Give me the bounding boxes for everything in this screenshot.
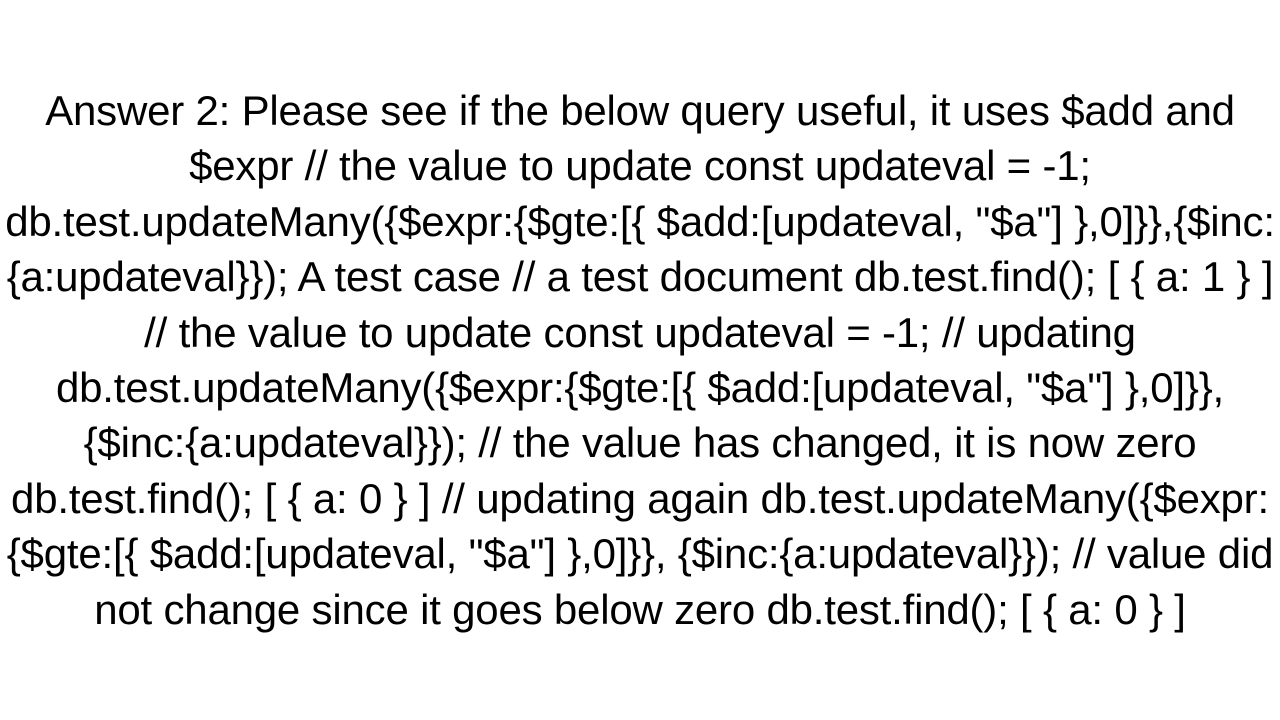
answer-text-block: Answer 2: Please see if the below query … (0, 0, 1280, 720)
